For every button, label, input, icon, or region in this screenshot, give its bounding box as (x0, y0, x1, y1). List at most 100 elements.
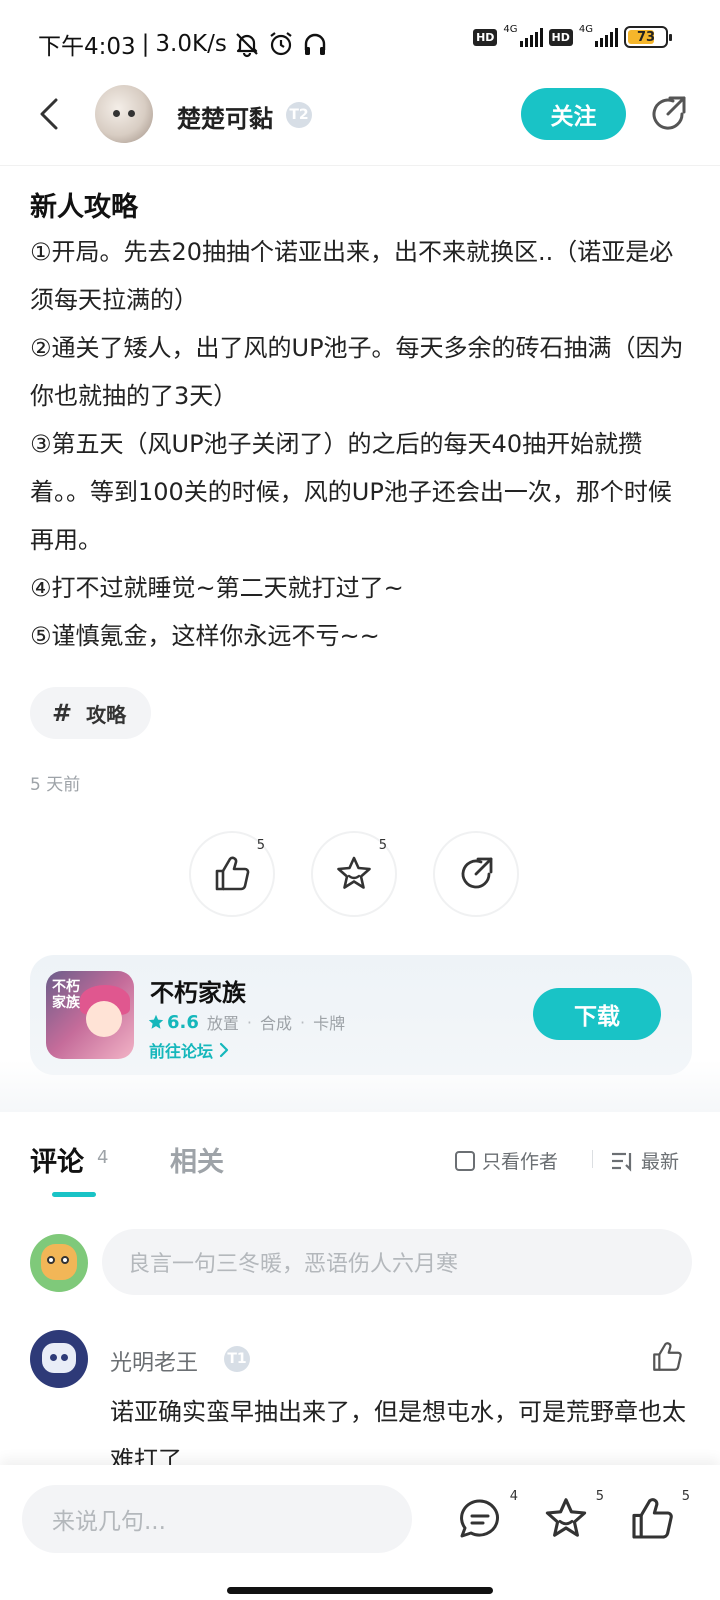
avatar-cat (41, 1244, 77, 1280)
topic-tag[interactable]: # 攻略 (30, 687, 151, 739)
game-rating-value: 6.6 (167, 1011, 199, 1033)
avatar-robot (42, 1343, 76, 1373)
game-meta: 6.6 放置 · 合成 · 卡牌 (148, 1010, 345, 1034)
status-right: HD 4G HD 4G 73 (473, 23, 672, 48)
comment-icon (460, 1499, 499, 1538)
divider (592, 1150, 593, 1168)
post-content: 新人攻略 ①开局。先去20抽抽个诺亚出来，出不来就换区..（诺亚是必须每天拉满的… (30, 188, 695, 660)
author-only-label: 只看作者 (482, 1151, 559, 1173)
tab-comments[interactable]: 评论 (30, 1140, 84, 1179)
separator-dot: · (246, 1012, 252, 1032)
mute-bell-icon (236, 33, 258, 58)
game-tag: 放置 (206, 1014, 239, 1033)
status-speed: 3.0K/s (155, 31, 227, 57)
avatar-eye (50, 1354, 57, 1361)
alarm-icon (270, 32, 292, 56)
avatar-eye (47, 1256, 55, 1264)
star-icon (337, 856, 371, 889)
status-separator: | (141, 31, 150, 57)
topic-tag-label: 攻略 (86, 702, 127, 727)
my-avatar (30, 1234, 88, 1292)
share-button[interactable] (433, 831, 519, 917)
comment-item: 光明老王 T1 诺亚确实蛮早抽出来了，但是想屯水，可是荒野章也太难打了 (0, 1328, 720, 1474)
game-rating: 6.6 (148, 1012, 199, 1033)
status-time: 下午4:03 (38, 34, 136, 60)
game-name: 不朽家族 (150, 979, 246, 1007)
commenter-level-badge: T1 (224, 1346, 250, 1372)
post-paragraph: ①开局。先去20抽抽个诺亚出来，出不来就换区..（诺亚是必须每天拉满的） (30, 238, 674, 314)
star-filled-icon (148, 1014, 164, 1029)
share-icon[interactable] (646, 92, 690, 136)
commenter-name[interactable]: 光明老王 (110, 1345, 198, 1377)
separator-dot: · (300, 1012, 306, 1032)
post-paragraph: ⑤谨慎氪金，这样你永远不亏~~ (30, 622, 380, 650)
game-tag: 合成 (260, 1014, 293, 1033)
sort-label: 最新 (641, 1151, 680, 1173)
avatar-eye (128, 110, 135, 117)
bottom-bar: 来说几句... 4 5 5 (0, 1465, 720, 1600)
avatar-eye (61, 1354, 68, 1361)
post-title: 新人攻略 (30, 192, 138, 223)
signal-icon (595, 27, 618, 47)
author-name[interactable]: 楚楚可黏 (177, 99, 273, 134)
follow-button[interactable]: 关注 (521, 88, 626, 140)
like-count: 5 (256, 838, 265, 853)
headphones-icon (304, 33, 326, 55)
comment-count: 4 (509, 1489, 518, 1504)
comment-tabs: 评论 4 相关 只看作者 最新 (0, 1112, 720, 1197)
post-timestamp: 5 天前 (30, 775, 81, 795)
favorite-button[interactable]: 5 (311, 831, 397, 917)
author-level-badge: T2 (286, 102, 312, 128)
comment-input[interactable]: 良言一句三冬暖，恶语伤人六月寒 (102, 1229, 692, 1295)
status-left: 下午4:03 | 3.0K/s (38, 27, 329, 61)
post-body: ①开局。先去20抽抽个诺亚出来，出不来就换区..（诺亚是必须每天拉满的） ②通关… (30, 228, 695, 660)
back-button[interactable] (30, 94, 70, 134)
tab-related[interactable]: 相关 (170, 1140, 224, 1179)
sort-icon (612, 1152, 632, 1172)
avatar-eye (61, 1256, 69, 1264)
post-paragraph: ②通关了矮人，出了风的UP池子。每天多余的砖石抽满（因为你也就抽的了3天） (30, 334, 684, 410)
game-icon-logo: 不朽家族 (52, 979, 80, 1011)
author-avatar[interactable] (95, 85, 153, 143)
star-icon (545, 1498, 587, 1537)
like-button[interactable]: 5 (628, 1489, 690, 1543)
network-label-2: 4G (578, 23, 593, 35)
thumbs-up-icon[interactable] (650, 1340, 684, 1374)
home-indicator[interactable] (227, 1587, 493, 1594)
share-icon (461, 857, 493, 889)
battery-level: 73 (636, 29, 656, 45)
commenter-avatar[interactable] (30, 1330, 88, 1388)
comments-count: 4 (97, 1147, 109, 1168)
game-icon-face (86, 1001, 122, 1037)
game-card[interactable]: 不朽家族 不朽家族 6.6 放置 · 合成 · 卡牌 前往论坛 下载 (30, 955, 692, 1075)
network-label-1: 4G (503, 23, 518, 35)
post-paragraph: ③第五天（风UP池子关闭了）的之后的每天40抽开始就攒着。。等到100关的时候，… (30, 430, 672, 554)
thumbs-up-icon (215, 856, 250, 891)
game-forum-label: 前往论坛 (149, 1042, 214, 1061)
favorite-button[interactable]: 5 (542, 1489, 604, 1543)
post-header: 楚楚可黏 T2 关注 (0, 80, 720, 166)
hd-badge-2: HD (548, 28, 573, 46)
reply-input[interactable]: 来说几句... (22, 1485, 412, 1553)
like-count: 5 (681, 1489, 690, 1504)
comment-button[interactable]: 4 (456, 1489, 518, 1543)
download-button[interactable]: 下载 (533, 988, 661, 1040)
post-paragraph: ④打不过就睡觉~第二天就打过了~ (30, 574, 404, 602)
active-tab-indicator (52, 1192, 96, 1197)
game-forum-link[interactable]: 前往论坛 (149, 1038, 229, 1062)
favorite-count: 5 (595, 1489, 604, 1504)
battery-icon: 73 (624, 26, 672, 48)
back-arrow-icon (40, 98, 58, 130)
favorite-count: 5 (378, 838, 387, 853)
avatar-eye (113, 110, 120, 117)
signal-icon (519, 27, 543, 47)
thumbs-up-icon (632, 1498, 673, 1539)
chevron-right-icon (219, 1042, 229, 1058)
game-tag: 卡牌 (313, 1014, 346, 1033)
author-only-filter[interactable]: 只看作者 (455, 1147, 558, 1174)
hashtag-icon: # (52, 699, 73, 727)
like-button[interactable]: 5 (189, 831, 275, 917)
sort-button[interactable]: 最新 (610, 1147, 679, 1174)
game-icon: 不朽家族 (46, 971, 134, 1059)
status-bar: 下午4:03 | 3.0K/s HD 4G HD 4G 73 (0, 0, 720, 80)
